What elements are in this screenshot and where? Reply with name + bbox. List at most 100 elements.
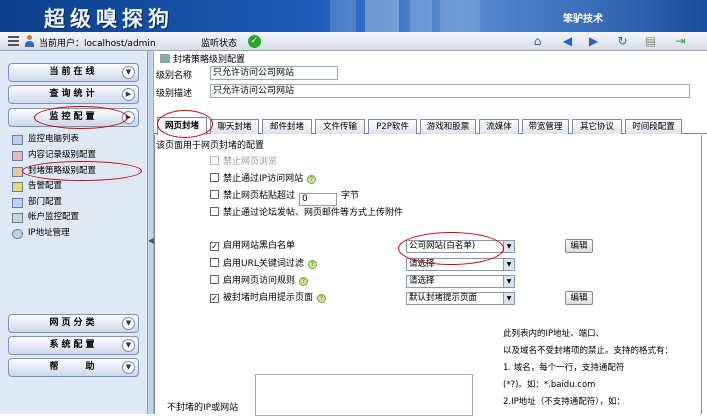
section-label: 当前在线 [49, 67, 98, 77]
sidebar-section-help[interactable]: 帮 助 ▼ [8, 358, 139, 377]
annotation-oval [22, 161, 142, 181]
edit-whitelist-button[interactable]: 编辑 [565, 239, 593, 253]
annotation-oval [157, 110, 213, 138]
help-note-line: 2.IP地址（不支持通配符），如： [503, 397, 625, 407]
post-size-input[interactable]: 0 [299, 193, 338, 206]
chevron-down-icon: ▼ [122, 361, 135, 374]
top-toolbar: 当前用户：localhost/admin 监听状态 ✓ ⌂ ◀ ▶ ↻ ▤ ⇥ [0, 32, 707, 51]
checkbox[interactable] [210, 275, 219, 284]
tab-time-period[interactable]: 时间段配置 [625, 119, 682, 134]
checkbox[interactable] [210, 207, 219, 216]
option-ban-browse[interactable]: 禁止网页浏览 [210, 156, 277, 169]
tab-mail-block[interactable]: 邮件封堵 [262, 119, 312, 134]
option-label: 禁止网页粘贴超过 [223, 191, 296, 201]
tab-file-transfer[interactable]: 文件传输 [315, 119, 365, 134]
level-name-label: 级别名称 [156, 71, 193, 81]
sidebar-section-online[interactable]: 当前在线 ▼ [8, 63, 139, 82]
chevron-down-icon: ▼ [122, 66, 135, 79]
home-icon[interactable]: ⌂ [530, 34, 545, 49]
status-ok-icon: ✓ [248, 35, 261, 48]
forward-arrow-icon[interactable]: ▶ [586, 34, 601, 49]
exit-icon[interactable]: ⇥ [673, 34, 688, 49]
option-label: 禁止通过论坛发帖、网页邮件等方式上传附件 [223, 208, 404, 218]
app-title: 超级嗅探狗 [44, 7, 174, 31]
help-icon[interactable]: ? [307, 260, 317, 269]
sidebar-section-stats[interactable]: 查询统计 ▶ [8, 85, 139, 104]
chevron-right-icon: ▶ [122, 88, 135, 101]
unit-label: 字节 [341, 191, 360, 201]
sidebar-item-account-monitor[interactable]: 帐户监控配置 [28, 211, 79, 224]
level-desc-input[interactable]: 只允许访问公司网站 [210, 84, 690, 98]
checkbox-checked[interactable]: ✓ [210, 242, 219, 251]
checkbox[interactable] [210, 258, 219, 267]
account-icon [12, 213, 23, 223]
edit-block-page-button[interactable]: 编辑 [565, 291, 593, 305]
section-label: 查询统计 [49, 89, 98, 99]
level-name-input[interactable]: 只允许访问公司网站 [210, 66, 338, 80]
help-note-line: 以及域名不受封堵项的禁止。支持的格式有： [503, 346, 674, 356]
tab-bar: 网页封堵 聊天封堵 邮件封堵 文件传输 P2P软件 游戏和股票 流媒体 带宽管理… [154, 117, 707, 135]
page-title: 封堵策略级别配置 [173, 55, 246, 65]
section-label: 网页分类 [49, 318, 98, 328]
help-icon[interactable]: ? [307, 175, 317, 184]
menu-icon[interactable] [8, 36, 19, 46]
chevron-down-icon: ▼ [122, 317, 135, 330]
sidebar-item-monitor-computers[interactable]: 监控电脑列表 [28, 133, 79, 146]
record-icon [12, 151, 23, 161]
checkbox-checked[interactable]: ✓ [210, 294, 219, 303]
option-ban-ip[interactable]: 禁止通过IP访问网站? [210, 173, 317, 186]
option-url-filter[interactable]: 启用URL关键词过滤? [210, 258, 317, 271]
checkbox[interactable] [210, 190, 219, 199]
tab-p2p[interactable]: P2P软件 [368, 119, 417, 134]
access-rules-select[interactable]: 请选择 ▼ [406, 275, 515, 288]
print-icon[interactable]: ▤ [643, 34, 658, 49]
checkbox[interactable] [210, 173, 219, 182]
help-note-line: 此列表内的IP地址、端口、 [503, 329, 605, 339]
option-label: 启用网页访问规则 [223, 276, 296, 286]
option-label: 禁止通过IP访问网站 [223, 174, 304, 184]
help-icon[interactable]: ? [299, 277, 309, 286]
chevron-down-icon: ▼ [122, 339, 135, 352]
sidebar-item-department[interactable]: 部门配置 [28, 196, 62, 209]
option-access-rules[interactable]: 启用网页访问规则? [210, 275, 309, 288]
dropdown-arrow-icon: ▼ [503, 276, 514, 287]
level-desc-label: 级别描述 [156, 89, 193, 99]
tab-chat-block[interactable]: 聊天封堵 [210, 119, 259, 134]
sidebar-item-ip-management[interactable]: IP地址管理 [28, 227, 70, 240]
back-arrow-icon[interactable]: ◀ [560, 34, 575, 49]
unblocked-list-textarea[interactable] [255, 374, 473, 416]
section-label: 系统配置 [49, 340, 98, 350]
option-label: 被封堵时启用提示页面 [223, 293, 314, 303]
option-label: 启用网站黑白名单 [223, 241, 296, 251]
option-label: 禁止网页浏览 [223, 157, 278, 167]
option-ban-post[interactable]: 禁止网页粘贴超过 0 字节 [210, 190, 360, 206]
option-ban-upload[interactable]: 禁止通过论坛发帖、网页邮件等方式上传附件 [210, 207, 403, 220]
main-content: 封堵策略级别配置 级别名称 只允许访问公司网站 级别描述 只允许访问公司网站 网… [154, 51, 707, 416]
option-block-page[interactable]: ✓ 被封堵时启用提示页面? [210, 292, 327, 305]
sidebar: 当前在线 ▼ 查询统计 ▶ 监控配置 ▶ 监控电脑列表 内容记录级别配置 封堵策略级别… [0, 51, 148, 414]
alert-icon [12, 182, 23, 192]
tab-other-protocols[interactable]: 其它协议 [572, 119, 622, 134]
help-icon[interactable]: ? [317, 294, 327, 303]
annotation-oval [34, 106, 128, 129]
computer-icon [12, 135, 23, 145]
tab-bandwidth[interactable]: 带宽管理 [522, 119, 569, 134]
sidebar-section-web-category[interactable]: 网页分类 ▼ [8, 314, 139, 333]
unblocked-list-label: 不封堵的IP或网站 [167, 403, 239, 413]
breadcrumb: 封堵策略级别配置 [160, 52, 245, 65]
page-icon [160, 54, 170, 63]
checkbox[interactable] [210, 156, 219, 165]
tab-games-stocks[interactable]: 游戏和股票 [420, 119, 476, 134]
option-whitelist[interactable]: ✓ 启用网站黑白名单 [210, 240, 295, 253]
help-note-line: (*?)。如：*.baidu.com [503, 380, 596, 390]
monitor-status-label: 监听状态 [201, 39, 238, 49]
user-icon [24, 35, 35, 47]
panel-description: 该页面用于网页封堵的配置 [156, 141, 265, 151]
block-page-select[interactable]: 默认封堵提示页面 ▼ [406, 292, 515, 305]
ip-address-icon [12, 229, 23, 239]
web-block-panel: 该页面用于网页封堵的配置 禁止网页浏览 禁止通过IP访问网站? 禁止网页粘贴超过… [154, 135, 702, 416]
sidebar-item-alert[interactable]: 告警配置 [28, 180, 62, 193]
sidebar-section-system-config[interactable]: 系统配置 ▼ [8, 336, 139, 355]
tab-streaming[interactable]: 流媒体 [479, 119, 519, 134]
refresh-icon[interactable]: ↻ [615, 34, 630, 49]
